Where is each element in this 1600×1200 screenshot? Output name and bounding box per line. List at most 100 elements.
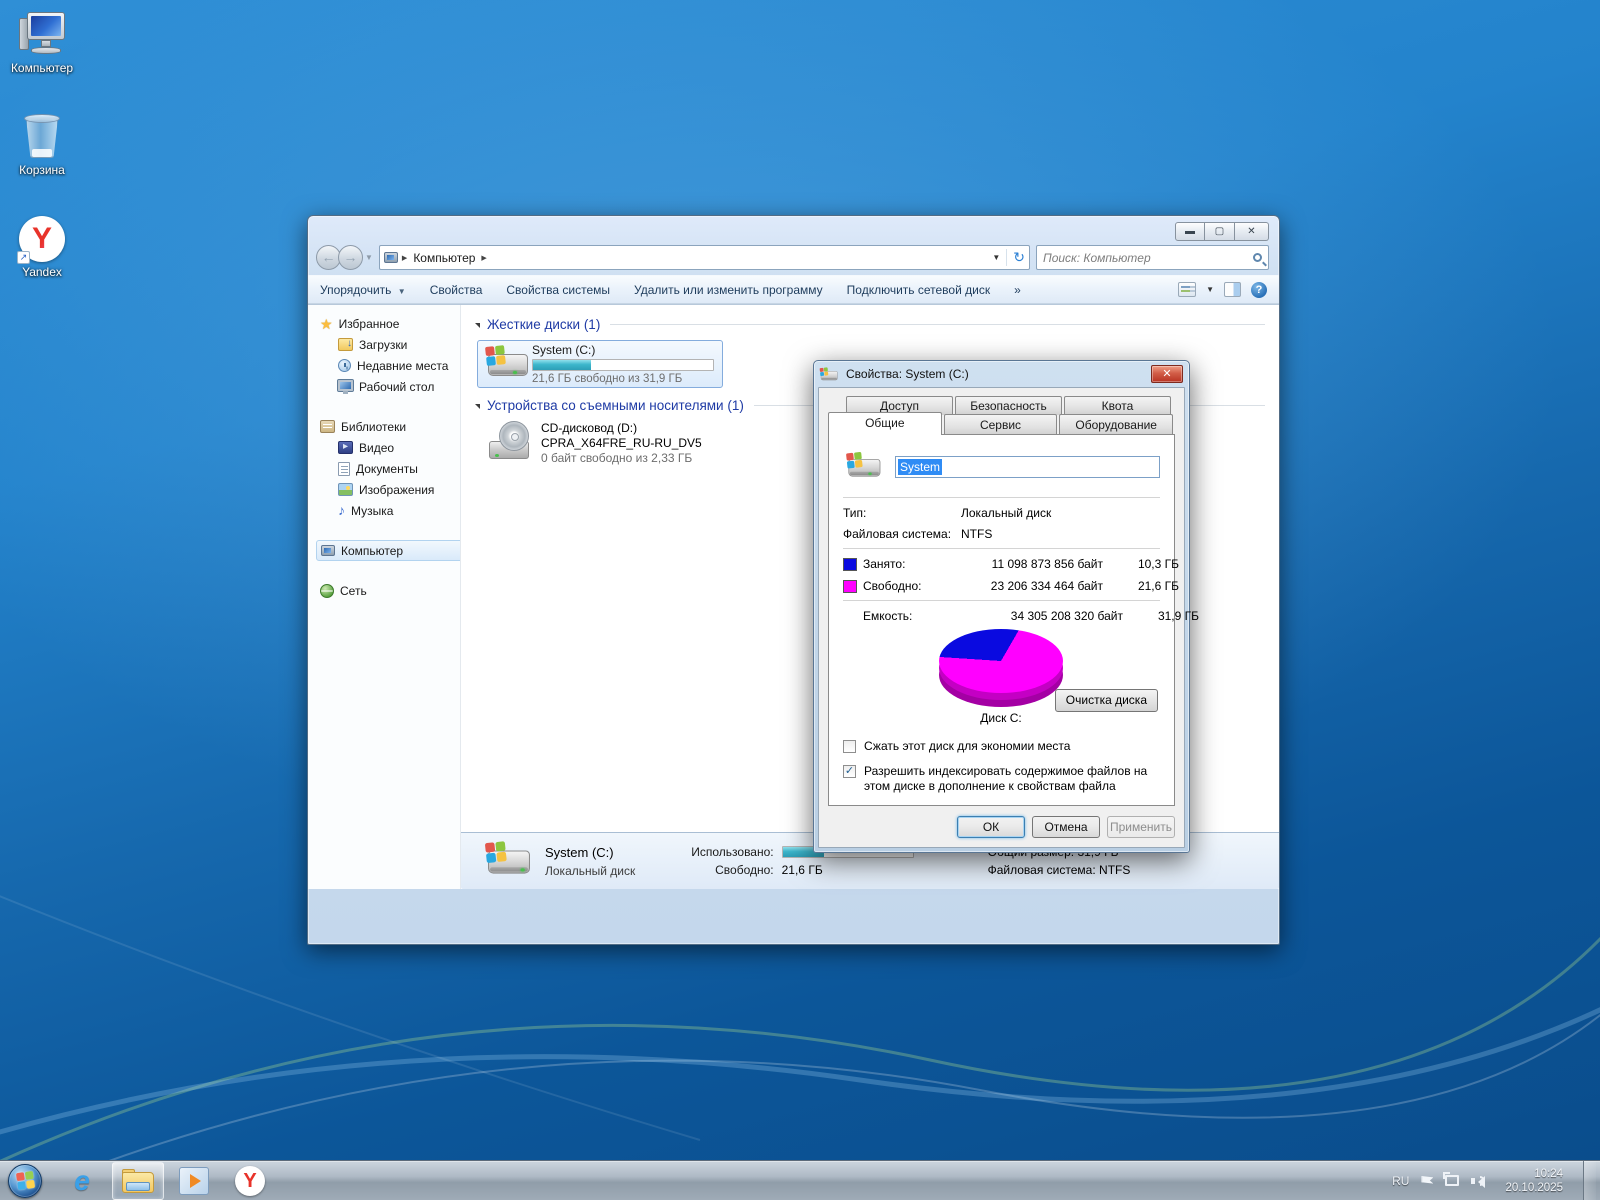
dialog-title: Свойства: System (C:) xyxy=(846,367,969,381)
free-color-swatch xyxy=(843,579,857,593)
help-icon[interactable]: ? xyxy=(1251,281,1267,298)
desktop-icon-yandex[interactable]: Y ↗ Yandex xyxy=(0,210,84,279)
sidebar-item-music[interactable]: ♪ Музыка xyxy=(316,500,460,521)
windows-flag-icon xyxy=(484,841,508,864)
group-header-hard-disks[interactable]: Жесткие диски (1) xyxy=(475,317,1265,332)
minimize-button[interactable]: ▬ xyxy=(1175,222,1205,241)
chevron-down-icon: ▼ xyxy=(397,286,406,296)
taskbar-ie-button[interactable]: e xyxy=(56,1162,108,1200)
toolbar-organize[interactable]: Упорядочить ▼ xyxy=(320,283,406,297)
free-label: Свободно: xyxy=(863,579,922,593)
sidebar-item-network[interactable]: Сеть xyxy=(316,580,460,601)
drive-name: System (C:) xyxy=(532,343,596,357)
checkbox-checked[interactable]: ✓ xyxy=(843,765,856,778)
shortcut-arrow-icon: ↗ xyxy=(17,251,30,264)
hard-drive-icon xyxy=(484,841,532,880)
taskbar: e Y RU 10:24 20.10.2025 xyxy=(0,1160,1600,1200)
compress-disk-checkbox-row[interactable]: Сжать этот диск для экономии места xyxy=(843,739,1160,754)
sidebar-item-libraries[interactable]: Библиотеки xyxy=(316,416,460,437)
tab-general[interactable]: Общие xyxy=(828,412,942,435)
desktop-icon-computer[interactable]: Компьютер xyxy=(0,6,84,75)
collapse-triangle-icon xyxy=(475,323,480,328)
properties-dialog: Свойства: System (C:) ✕ Доступ Безопасно… xyxy=(813,360,1199,853)
sidebar-item-video[interactable]: Видео xyxy=(316,437,460,458)
tab-security[interactable]: Безопасность xyxy=(955,396,1062,415)
taskbar-media-player-button[interactable] xyxy=(168,1162,220,1200)
show-desktop-button[interactable] xyxy=(1583,1161,1596,1200)
address-dropdown-icon[interactable]: ▼ xyxy=(992,253,1000,262)
sidebar-item-documents[interactable]: Документы xyxy=(316,458,460,479)
tab-service[interactable]: Сервис xyxy=(943,414,1058,435)
downloads-icon xyxy=(338,338,353,351)
toolbar-overflow[interactable]: » xyxy=(1014,283,1021,297)
start-button[interactable] xyxy=(8,1163,42,1198)
action-center-flag-icon[interactable] xyxy=(1421,1176,1434,1184)
drive-mini-icon xyxy=(819,367,838,381)
details-free-value: 21,6 ГБ xyxy=(781,863,823,877)
forward-button[interactable]: → xyxy=(338,245,363,270)
checkbox-unchecked[interactable] xyxy=(843,740,856,753)
desktop-icon-recycle-bin[interactable]: Корзина xyxy=(0,108,84,177)
explorer-titlebar[interactable]: ▬ ▢ ✕ xyxy=(308,216,1279,244)
cd-drive-icon xyxy=(487,421,531,461)
recent-places-icon xyxy=(338,359,351,372)
language-indicator[interactable]: RU xyxy=(1392,1174,1409,1188)
details-free-label: Свободно: xyxy=(715,863,774,877)
music-icon: ♪ xyxy=(338,502,345,518)
breadcrumb-arrow-icon: ▶ xyxy=(481,254,487,262)
volume-name-input[interactable]: System xyxy=(895,456,1160,478)
ok-button[interactable]: ОК xyxy=(957,816,1025,838)
toolbar-system-properties[interactable]: Свойства системы xyxy=(506,283,610,297)
windows-flag-icon xyxy=(485,345,507,367)
volume-name-value: System xyxy=(898,459,943,475)
internet-explorer-icon: e xyxy=(74,1164,90,1196)
volume-tray-icon[interactable] xyxy=(1471,1175,1486,1188)
refresh-icon[interactable]: ↻ xyxy=(1006,249,1025,266)
preview-pane-icon[interactable] xyxy=(1224,282,1241,297)
taskbar-explorer-button[interactable] xyxy=(112,1161,164,1200)
drive-item-system-c[interactable]: System (C:) 21,6 ГБ свободно из 31,9 ГБ xyxy=(477,340,723,388)
breadcrumb-computer[interactable]: Компьютер xyxy=(411,251,477,265)
computer-icon xyxy=(17,12,67,58)
close-button[interactable]: ✕ xyxy=(1235,222,1269,241)
tab-page-general: System Тип: Локальный диск Файловая сист… xyxy=(828,434,1199,806)
clock[interactable]: 10:24 20.10.2025 xyxy=(1497,1167,1571,1195)
pictures-icon xyxy=(338,483,353,496)
toolbar-uninstall-program[interactable]: Удалить или изменить программу xyxy=(634,283,823,297)
network-tray-icon[interactable] xyxy=(1443,1172,1460,1186)
sidebar-item-desktop[interactable]: Рабочий стол xyxy=(316,376,460,397)
media-player-icon xyxy=(179,1166,209,1195)
recycle-bin-icon xyxy=(22,112,62,160)
disk-cleanup-button[interactable]: Очистка диска xyxy=(1054,689,1158,712)
fs-label: Файловая система: xyxy=(843,527,952,541)
used-size: 10,3 ГБ xyxy=(1137,557,1179,571)
allow-indexing-checkbox-row[interactable]: ✓ Разрешить индексировать содержимое фай… xyxy=(843,764,1160,794)
sidebar-item-pictures[interactable]: Изображения xyxy=(316,479,460,500)
sidebar-item-downloads[interactable]: Загрузки xyxy=(316,334,460,355)
sidebar-item-recent-places[interactable]: Недавние места xyxy=(316,355,460,376)
details-drive-type: Локальный диск xyxy=(545,863,636,878)
dialog-close-button[interactable]: ✕ xyxy=(1151,365,1183,383)
details-drive-name: System (C:) xyxy=(545,844,614,860)
nav-history-dropdown-icon[interactable]: ▼ xyxy=(365,253,373,262)
search-icon[interactable] xyxy=(1253,253,1262,262)
toolbar-map-network-drive[interactable]: Подключить сетевой диск xyxy=(847,283,990,297)
desktop-icon-label: Yandex xyxy=(22,265,62,279)
toolbar-properties[interactable]: Свойства xyxy=(430,283,483,297)
views-icon[interactable] xyxy=(1178,282,1197,297)
search-box[interactable]: Поиск: Компьютер xyxy=(1036,245,1269,270)
yandex-icon: Y xyxy=(235,1165,265,1196)
tab-hardware[interactable]: Оборудование xyxy=(1059,414,1174,435)
sidebar-item-computer[interactable]: Компьютер xyxy=(316,540,460,561)
maximize-button[interactable]: ▢ xyxy=(1205,222,1235,241)
views-dropdown-icon[interactable]: ▼ xyxy=(1206,285,1214,294)
cancel-button[interactable]: Отмена xyxy=(1032,816,1100,838)
sidebar-item-favorites[interactable]: ★ Избранное xyxy=(316,313,460,334)
taskbar-yandex-button[interactable]: Y xyxy=(224,1162,276,1200)
used-bytes: 11 098 873 856 байт xyxy=(991,557,1103,571)
dialog-titlebar[interactable]: Свойства: System (C:) ✕ xyxy=(818,361,1185,387)
capacity-size: 31,9 ГБ xyxy=(1157,609,1199,623)
address-bar[interactable]: ▶ Компьютер ▶ ▼ ↻ xyxy=(378,245,1030,270)
tab-quota[interactable]: Квота xyxy=(1064,396,1171,415)
collapse-triangle-icon xyxy=(475,404,480,409)
